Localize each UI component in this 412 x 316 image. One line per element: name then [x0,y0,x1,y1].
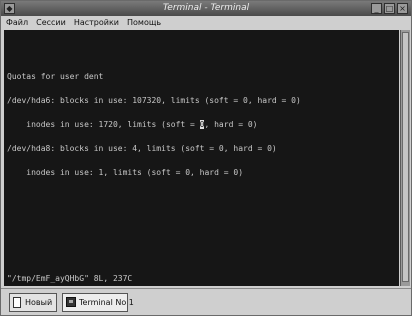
terminal-output[interactable]: Quotas for user dent /dev/hda6: blocks i… [4,30,399,286]
terminal-line: /dev/hda8: blocks in use: 4, limits (sof… [7,144,277,153]
terminal-line: /dev/hda6: blocks in use: 107320, limits… [7,96,301,105]
editor-status-line: "/tmp/EmF_ayQHbG" 8L, 237C [7,274,133,283]
menu-sessions[interactable]: Сессии [36,16,66,29]
vertical-scrollbar[interactable] [400,30,410,286]
window-title: Terminal - Terminal [162,3,250,13]
menu-bar: Файл Сессии Настройки Помощь [1,16,411,29]
menu-help[interactable]: Помощь [127,16,161,29]
new-document-icon [13,297,21,308]
menu-file[interactable]: Файл [6,16,28,29]
minimize-icon[interactable]: _ [371,3,382,14]
terminal-line-with-cursor: inodes in use: 1720, limits (soft = 0, h… [7,120,396,129]
title-bar[interactable]: ◆ Terminal - Terminal _ □ × [1,1,411,16]
new-session-label: Новый [25,298,53,307]
session-tab-bar: Новый Terminal No 1 [1,288,411,315]
terminal-line: Quotas for user dent [7,72,104,81]
tab-label: Terminal No 1 [79,298,134,307]
close-icon[interactable]: × [397,3,408,14]
terminal-icon [66,297,76,307]
tab-terminal-1[interactable]: Terminal No 1 [62,293,134,312]
terminal-line: inodes in use: 1, limits (soft = 0, hard… [7,168,244,177]
window-menu-icon[interactable]: ◆ [4,3,15,14]
window-controls: _ □ × [371,3,408,14]
terminal-window: ◆ Terminal - Terminal _ □ × Файл Сессии … [0,0,412,316]
menu-settings[interactable]: Настройки [74,16,119,29]
maximize-icon[interactable]: □ [384,3,395,14]
new-session-button[interactable]: Новый [9,293,57,312]
scrollbar-thumb[interactable] [402,32,409,282]
terminal-text: , hard = 0) [204,120,258,129]
terminal-text: inodes in use: 1720, limits (soft = [7,120,200,129]
